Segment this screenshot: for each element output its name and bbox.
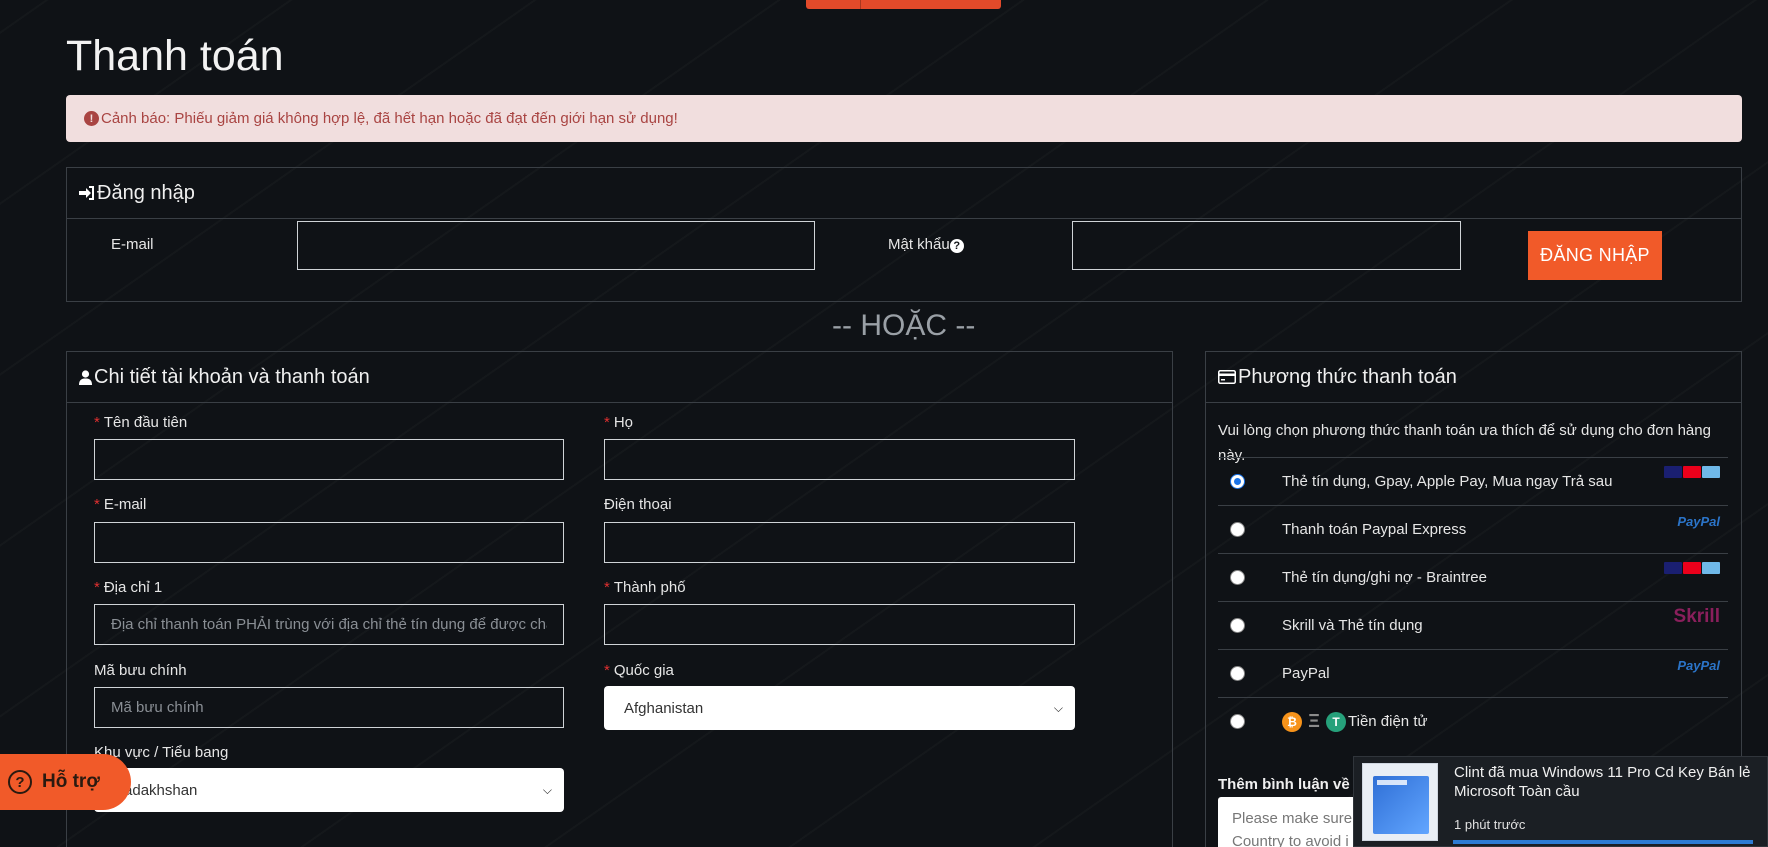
country-label-text: Quốc gia xyxy=(613,662,674,679)
chevron-down-icon: ⌵ xyxy=(542,782,552,797)
toast-time: 1 phút trước xyxy=(1454,817,1526,832)
payment-radio[interactable] xyxy=(1230,570,1245,585)
payment-option-label: Tiền điện tử xyxy=(1348,713,1428,730)
required-mark: * xyxy=(94,414,100,431)
payment-option[interactable]: Thanh toán Paypal Express PayPal xyxy=(1218,505,1728,553)
phone-label: Điện thoại xyxy=(604,496,672,513)
address-label-text: Địa chỉ 1 xyxy=(103,579,163,596)
email-input[interactable] xyxy=(94,522,564,563)
question-circle-icon: ? xyxy=(8,770,32,794)
login-password-input[interactable] xyxy=(1072,221,1461,270)
chevron-down-icon: ⌵ xyxy=(1053,700,1063,715)
skrill-logo-icon: Skrill xyxy=(1673,606,1720,627)
account-heading-text: Chi tiết tài khoản và thanh toán xyxy=(94,365,370,388)
required-mark: * xyxy=(604,414,610,431)
question-circle-icon[interactable]: ? xyxy=(949,239,964,253)
login-email-input[interactable] xyxy=(297,221,815,270)
login-heading-text: Đăng nhập xyxy=(97,181,195,204)
country-select[interactable]: Afghanistan ⌵ xyxy=(604,686,1075,730)
country-select-value: Afghanistan xyxy=(624,699,704,717)
ethereum-icon: Ξ xyxy=(1308,711,1320,731)
card-brands-icon xyxy=(1664,466,1720,478)
payment-option-label: Skrill và Thẻ tín dụng xyxy=(1282,617,1423,634)
phone-input[interactable] xyxy=(604,522,1075,563)
coupon-warning-alert: ! Cảnh báo: Phiếu giảm giá không hợp lệ,… xyxy=(66,95,1742,142)
email-label-text: E-mail xyxy=(103,496,147,513)
or-divider: -- HOẶC -- xyxy=(832,309,976,342)
city-label-text: Thành phố xyxy=(613,579,686,596)
payment-option[interactable]: ₿ Ξ T Tiền điện tử xyxy=(1218,697,1728,745)
payment-radio[interactable] xyxy=(1230,618,1245,633)
top-nav-tab[interactable] xyxy=(806,0,1001,9)
toast-progress-bar xyxy=(1453,840,1753,844)
login-heading: Đăng nhập xyxy=(67,168,1741,219)
address-input[interactable] xyxy=(94,604,564,645)
account-heading: Chi tiết tài khoản và thanh toán xyxy=(67,352,1172,403)
required-mark: * xyxy=(94,579,100,596)
address-label: * Địa chỉ 1 xyxy=(94,579,162,596)
payment-option-label: Thẻ tín dụng, Gpay, Apple Pay, Mua ngay … xyxy=(1282,473,1613,490)
country-label: * Quốc gia xyxy=(604,662,674,679)
credit-card-icon xyxy=(1218,370,1236,384)
exclamation-icon: ! xyxy=(84,111,99,126)
tether-icon: T xyxy=(1326,711,1346,732)
bitcoin-icon: ₿ xyxy=(1282,711,1302,732)
sign-in-icon xyxy=(79,186,94,200)
payment-option-label: Thẻ tín dụng/ghi nợ - Braintree xyxy=(1282,569,1487,586)
postcode-label: Mã bưu chính xyxy=(94,662,187,679)
payment-option[interactable]: Skrill và Thẻ tín dụng Skrill xyxy=(1218,601,1728,649)
login-button[interactable]: ĐĂNG NHẬP xyxy=(1528,231,1662,280)
region-select[interactable]: Badakhshan ⌵ xyxy=(94,768,564,812)
support-button[interactable]: ? Hỗ trợ xyxy=(0,754,131,810)
city-input[interactable] xyxy=(604,604,1075,645)
product-thumbnail xyxy=(1362,763,1438,841)
postcode-input[interactable] xyxy=(94,687,564,728)
payment-option[interactable]: Thẻ tín dụng, Gpay, Apple Pay, Mua ngay … xyxy=(1218,457,1728,505)
payment-radio[interactable] xyxy=(1230,666,1245,681)
paypal-logo-icon: PayPal xyxy=(1677,658,1720,673)
login-email-label: E-mail xyxy=(111,236,154,253)
payment-option[interactable]: Thẻ tín dụng/ghi nợ - Braintree xyxy=(1218,553,1728,601)
purchase-notification-toast[interactable]: Clint đã mua Windows 11 Pro Cd Key Bán l… xyxy=(1353,756,1768,847)
payment-radio[interactable] xyxy=(1230,714,1245,729)
city-label: * Thành phố xyxy=(604,579,686,596)
login-password-label: Mật khẩu? xyxy=(888,236,964,253)
last-name-label-text: Họ xyxy=(613,414,634,431)
comment-placeholder: Please make sure Country to avoid i xyxy=(1232,810,1353,847)
user-icon xyxy=(79,369,92,385)
first-name-label: * Tên đầu tiên xyxy=(94,414,187,431)
payment-option-label: PayPal xyxy=(1282,665,1330,682)
email-label: * E-mail xyxy=(94,496,146,513)
first-name-label-text: Tên đầu tiên xyxy=(103,414,188,431)
required-mark: * xyxy=(604,662,610,679)
payment-option-label: Thanh toán Paypal Express xyxy=(1282,521,1467,538)
payment-heading-text: Phương thức thanh toán xyxy=(1238,365,1457,388)
first-name-input[interactable] xyxy=(94,439,564,480)
payment-radio[interactable] xyxy=(1230,474,1245,489)
required-mark: * xyxy=(604,579,610,596)
payment-heading: Phương thức thanh toán xyxy=(1206,352,1741,403)
payment-radio[interactable] xyxy=(1230,522,1245,537)
support-label: Hỗ trợ xyxy=(42,771,100,792)
alert-text: Cảnh báo: Phiếu giảm giá không hợp lệ, đ… xyxy=(101,110,678,127)
toast-title: Clint đã mua Windows 11 Pro Cd Key Bán l… xyxy=(1454,764,1751,800)
last-name-input[interactable] xyxy=(604,439,1075,480)
password-label-text: Mật khẩu xyxy=(888,236,950,253)
last-name-label: * Họ xyxy=(604,414,633,431)
card-brands-icon xyxy=(1664,562,1720,574)
required-mark: * xyxy=(94,496,100,513)
page-title: Thanh toán xyxy=(66,32,284,80)
payment-option[interactable]: PayPal PayPal xyxy=(1218,649,1728,697)
crypto-icons: ₿ Ξ T xyxy=(1282,711,1346,732)
order-comment-label: Thêm bình luận về xyxy=(1218,776,1350,793)
paypal-logo-icon: PayPal xyxy=(1677,514,1720,529)
